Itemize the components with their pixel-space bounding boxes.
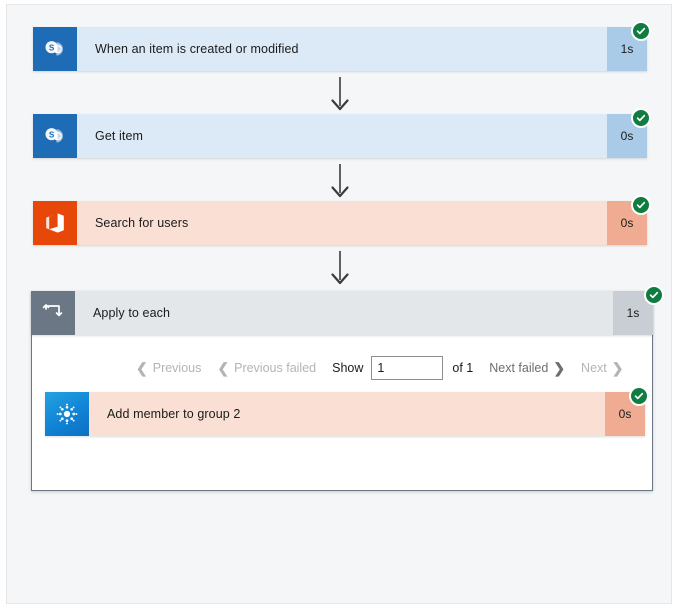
step-title: Add member to group 2 (107, 407, 241, 421)
previous-failed-button[interactable]: ❮ Previous failed (217, 361, 316, 375)
azure-ad-icon (45, 392, 89, 436)
chevron-left-icon: ❮ (217, 360, 230, 376)
status-badge-succeeded (629, 386, 649, 406)
next-failed-button[interactable]: Next failed ❯ (489, 361, 565, 375)
flow-step-card[interactable]: Search for users 0s (33, 201, 647, 245)
page-total-label: of 1 (452, 361, 474, 375)
next-failed-button-label: Next failed (489, 361, 549, 375)
connector-arrow (326, 77, 354, 111)
svg-text:S: S (49, 131, 55, 140)
next-button-label: Next (581, 361, 607, 375)
sharepoint-icon: S (33, 114, 77, 158)
status-badge-succeeded (644, 285, 664, 305)
flow-step-card[interactable]: S Get item 0s (33, 114, 647, 158)
page-number-input[interactable] (371, 356, 444, 380)
office365-icon (33, 201, 77, 245)
pagination-bar: ❮ Previous ❮ Previous failed Show of 1 N… (136, 355, 639, 381)
flow-run-canvas: S When an item is created or modified 1s… (6, 4, 672, 604)
status-badge-succeeded (631, 195, 651, 215)
previous-failed-button-label: Previous failed (234, 361, 317, 375)
sharepoint-icon: S (33, 27, 77, 71)
flow-step-card[interactable]: Add member to group 2 0s (45, 392, 645, 436)
flow-step-card[interactable]: S When an item is created or modified 1s (33, 27, 647, 71)
loop-icon (31, 291, 75, 335)
previous-button[interactable]: ❮ Previous (136, 361, 201, 375)
step-title: When an item is created or modified (95, 42, 299, 56)
previous-button-label: Previous (152, 361, 202, 375)
chevron-left-icon: ❮ (136, 360, 148, 376)
status-badge-succeeded (631, 108, 651, 128)
scope-title: Apply to each (93, 306, 171, 320)
chevron-right-icon: ❯ (553, 360, 566, 376)
step-title: Search for users (95, 216, 189, 230)
status-badge-succeeded (631, 21, 651, 41)
apply-to-each-container: Apply to each 1s ❮ Previous ❮ Previous f… (31, 285, 664, 491)
next-button[interactable]: Next ❯ (581, 361, 623, 375)
chevron-right-icon: ❯ (611, 360, 624, 376)
show-label: Show (332, 361, 364, 375)
step-title: Get item (95, 129, 144, 143)
connector-arrow (326, 164, 354, 198)
scope-header-card[interactable]: Apply to each 1s (31, 291, 653, 335)
svg-text:S: S (49, 44, 55, 53)
connector-arrow (326, 251, 354, 285)
